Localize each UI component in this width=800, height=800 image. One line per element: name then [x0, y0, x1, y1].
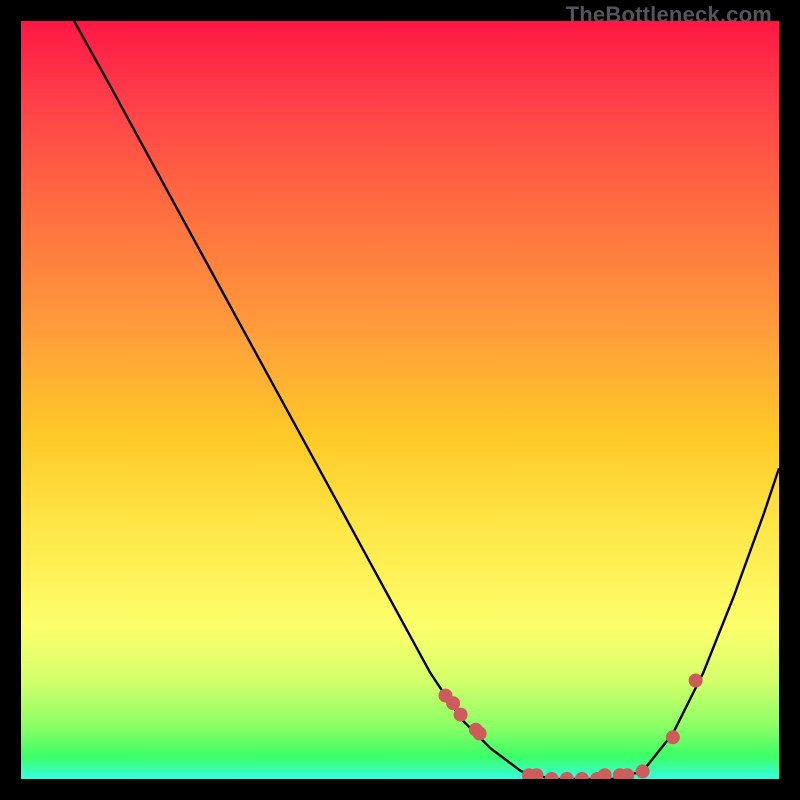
marker-point [446, 696, 460, 710]
marker-point [689, 674, 703, 688]
marker-point [454, 708, 468, 722]
plot-area [21, 21, 779, 779]
marker-point [575, 772, 589, 779]
marker-point [560, 772, 574, 779]
bottleneck-curve [74, 21, 779, 779]
highlight-points [439, 674, 703, 780]
chart-frame: TheBottleneck.com [0, 0, 800, 800]
curve-layer [21, 21, 779, 779]
marker-point [473, 727, 487, 741]
marker-point [666, 730, 680, 744]
marker-point [636, 764, 650, 778]
marker-point [545, 772, 559, 779]
marker-point [598, 768, 612, 779]
